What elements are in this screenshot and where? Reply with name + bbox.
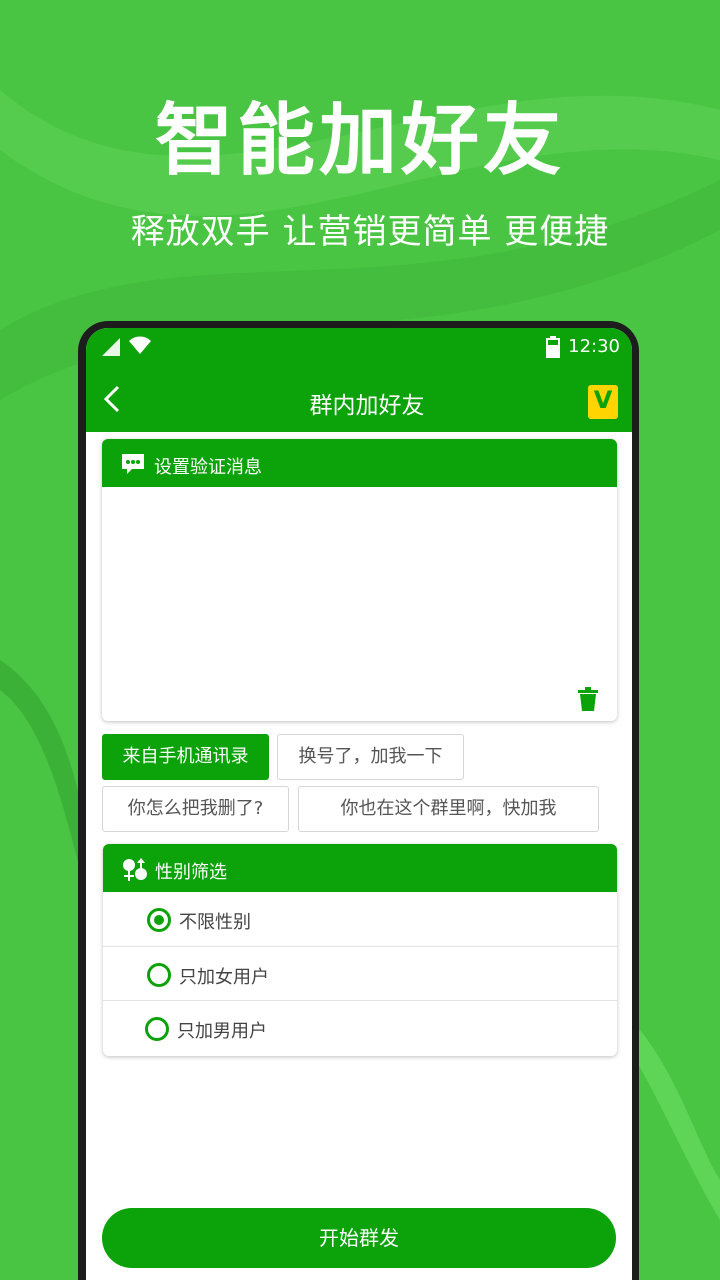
- radio-unchecked-icon[interactable]: [147, 963, 171, 987]
- gender-option-any[interactable]: 不限性别: [103, 892, 617, 946]
- hero-title: 智能加好友: [154, 96, 565, 186]
- status-time: 12:30: [568, 336, 620, 357]
- verify-card-header: 设置验证消息: [102, 439, 617, 487]
- gender-option-female[interactable]: 只加女用户: [103, 946, 617, 1000]
- wifi-icon: [129, 336, 151, 354]
- phrase-chip[interactable]: 你也在这个群里啊，快加我: [298, 786, 599, 832]
- start-broadcast-button[interactable]: 开始群发: [102, 1208, 616, 1268]
- phone-screen: 12:30 群内加好友 V 设置验证消息 来自手机通讯录 换号了，加我一下 你怎…: [86, 328, 632, 1280]
- verify-card-title: 设置验证消息: [154, 457, 262, 478]
- app-bar: 群内加好友 V: [86, 366, 632, 432]
- gender-option-label: 不限性别: [179, 912, 251, 933]
- gender-option-male[interactable]: 只加男用户: [103, 1000, 617, 1054]
- battery-icon: [546, 336, 560, 358]
- trash-icon[interactable]: [577, 687, 599, 711]
- page-title: 群内加好友: [309, 393, 425, 419]
- phrase-chip[interactable]: 换号了，加我一下: [277, 734, 464, 780]
- radio-unchecked-icon[interactable]: [145, 1017, 169, 1041]
- status-bar: 12:30: [86, 328, 632, 366]
- verify-message-input[interactable]: [102, 487, 617, 721]
- gender-filter-card: 性别筛选 不限性别 只加女用户 只加男用户: [103, 844, 617, 1056]
- phrase-chip[interactable]: 来自手机通讯录: [102, 734, 269, 780]
- hero-subtitle: 释放双手 让营销更简单 更便捷: [130, 212, 610, 252]
- gender-card-title: 性别筛选: [155, 862, 227, 883]
- gender-filter-icon: [123, 858, 147, 881]
- vip-badge-icon[interactable]: V: [588, 385, 618, 419]
- gender-option-label: 只加男用户: [177, 1021, 267, 1042]
- gender-option-label: 只加女用户: [179, 967, 269, 988]
- signal-icon: [102, 338, 120, 356]
- phrase-chip[interactable]: 你怎么把我删了?: [102, 786, 289, 832]
- verify-message-card: 设置验证消息: [102, 439, 617, 721]
- gender-card-header: 性别筛选: [103, 844, 617, 892]
- radio-checked-icon[interactable]: [147, 908, 171, 932]
- chat-bubble-icon: [122, 454, 144, 474]
